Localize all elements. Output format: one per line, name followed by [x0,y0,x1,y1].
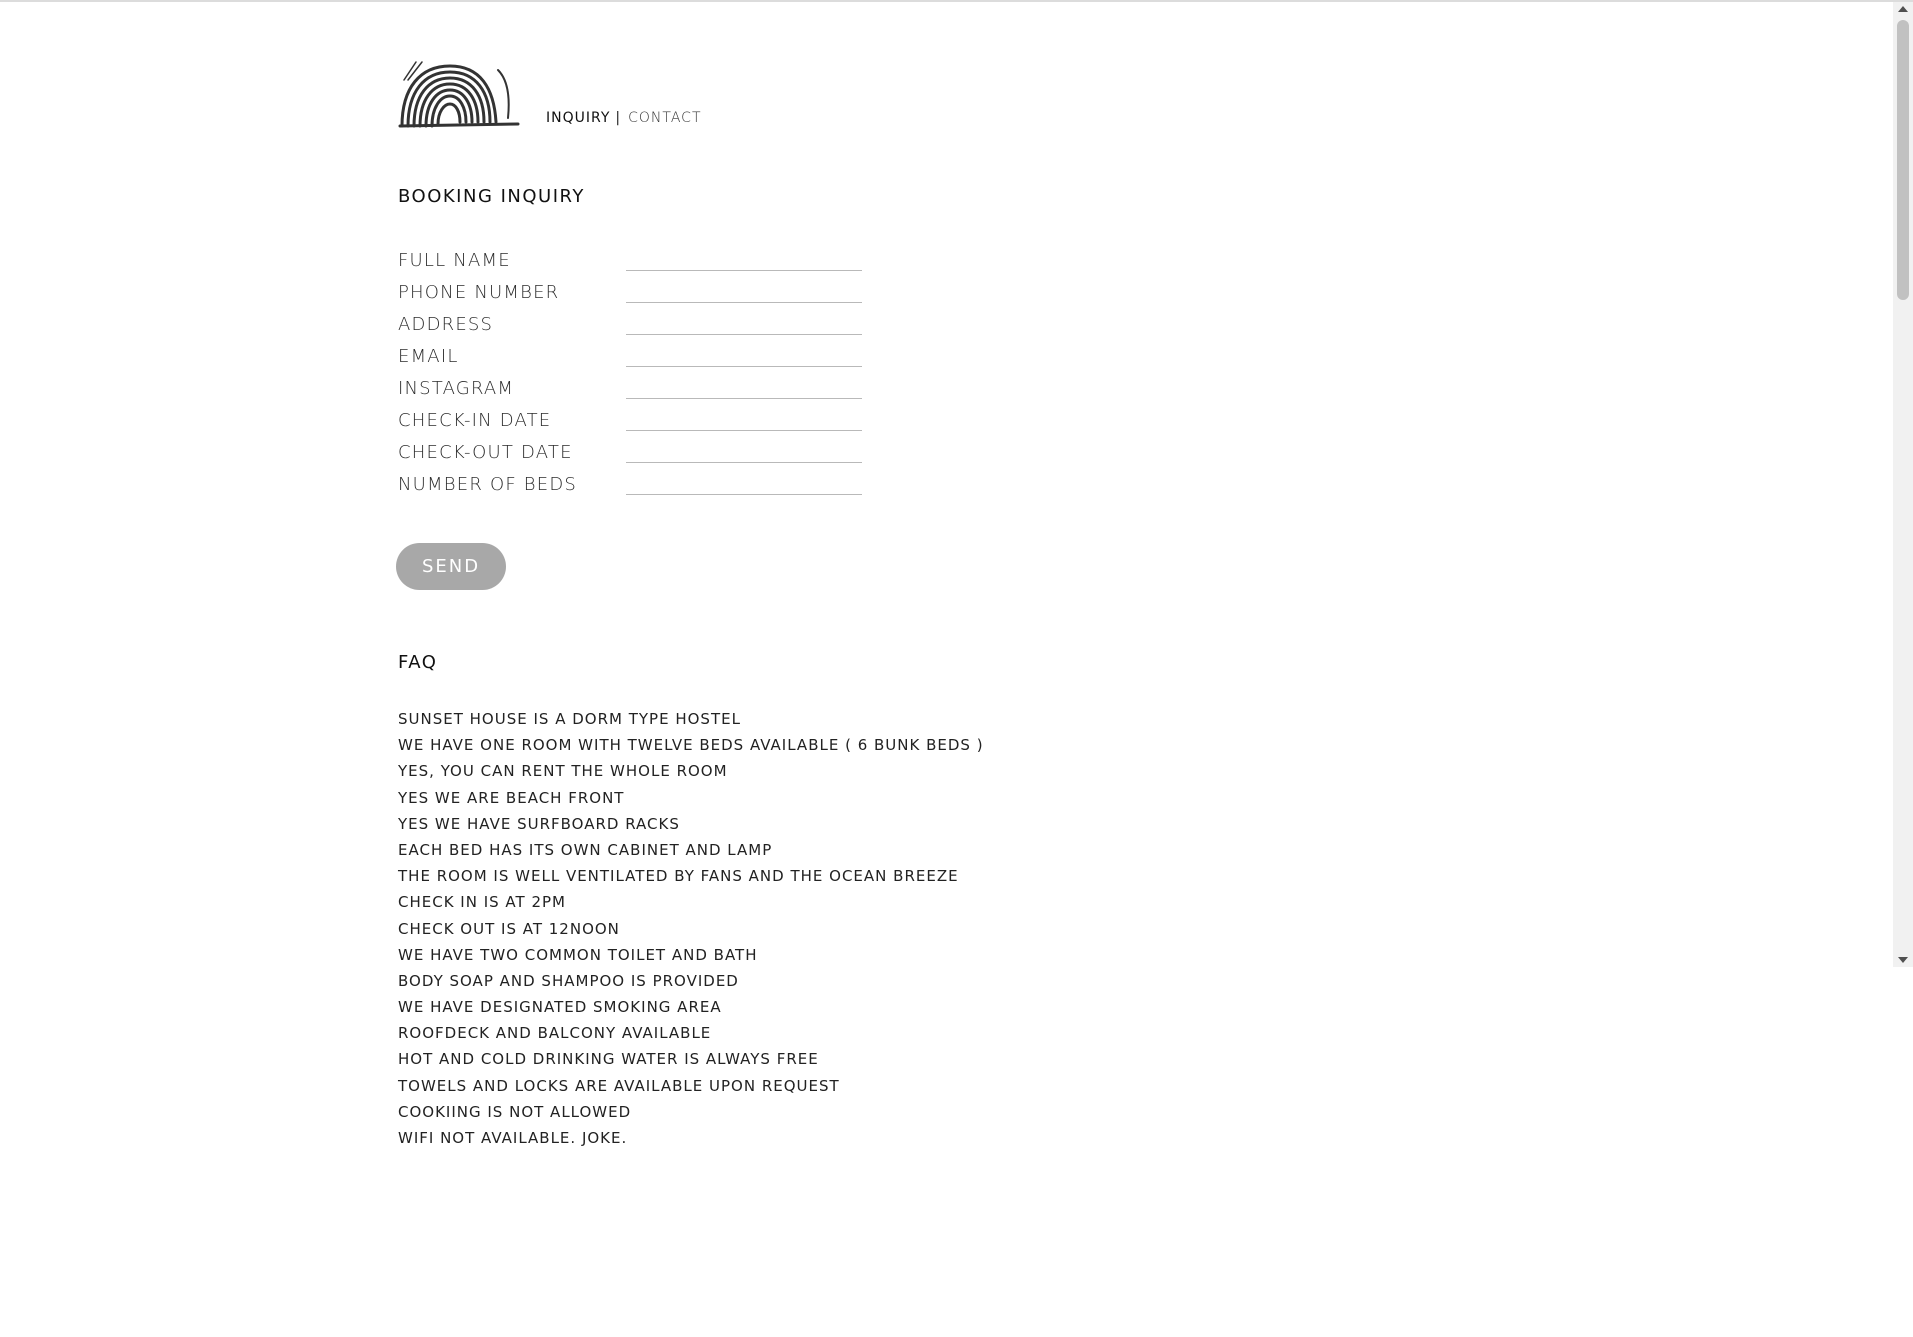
booking-form: FULL NAME PHONE NUMBER ADDRESS EMAIL INS… [398,246,868,502]
form-row-email: EMAIL [398,342,868,374]
faq-item: WIFI NOT AVAILABLE. JOKE. [398,1129,628,1147]
check-in-date-field[interactable] [626,408,862,431]
number-of-beds-label: NUMBER OF BEDS [398,474,578,495]
faq-item: CHECK OUT IS AT 12NOON [398,919,620,938]
form-row-address: ADDRESS [398,310,868,342]
instagram-label: INSTAGRAM [398,378,515,399]
faq-item: HOT AND COLD DRINKING WATER IS ALWAYS FR… [398,1050,819,1069]
form-row-check-in-date: CHECK-IN DATE [398,406,868,438]
email-label: EMAIL [398,346,459,367]
vertical-scrollbar[interactable] [1893,2,1913,967]
faq-item: WE HAVE TWO COMMON TOILET AND BATH [398,945,758,964]
faq-item: TOWELS AND LOCKS ARE AVAILABLE UPON REQU… [398,1076,840,1095]
faq-item: COOKIING IS NOT ALLOWED [398,1102,632,1121]
faq-item: YES WE HAVE SURFBOARD RACKS [398,814,680,833]
check-out-date-field[interactable] [626,440,862,463]
faq-item: WE HAVE ONE ROOM WITH TWELVE BEDS AVAILA… [398,736,984,755]
booking-inquiry-title: BOOKING INQUIRY [398,186,585,207]
email-field[interactable] [626,344,862,367]
check-out-date-label: CHECK-OUT DATE [398,442,573,463]
faq-list: SUNSET HOUSE IS A DORM TYPE HOSTEL WE HA… [398,706,984,1151]
full-name-field[interactable] [626,248,862,271]
form-row-check-out-date: CHECK-OUT DATE [398,438,868,470]
nav-separator: | [615,110,622,126]
phone-number-label: PHONE NUMBER [398,282,560,303]
phone-number-field[interactable] [626,280,862,303]
form-row-phone-number: PHONE NUMBER [398,278,868,310]
faq-item: THE ROOM IS WELL VENTILATED BY FANS AND … [398,867,959,886]
faq-item: EACH BED HAS ITS OWN CABINET AND LAMP [398,840,773,859]
form-row-number-of-beds: NUMBER OF BEDS [398,470,868,502]
faq-item: BODY SOAP AND SHAMPOO IS PROVIDED [398,971,739,990]
scroll-down-arrow-icon[interactable] [1898,957,1908,963]
check-in-date-label: CHECK-IN DATE [398,410,552,431]
form-row-instagram: INSTAGRAM [398,374,868,406]
page: INQUIRY | CONTACT BOOKING INQUIRY FULL N… [0,0,1893,1337]
sunset-arch-logo-icon[interactable] [398,58,522,130]
faq-item: WE HAVE DESIGNATED SMOKING AREA [398,998,722,1017]
faq-item: SUNSET HOUSE IS A DORM TYPE HOSTEL [398,710,741,728]
full-name-label: FULL NAME [398,250,511,271]
faq-title: FAQ [398,652,438,673]
number-of-beds-field[interactable] [626,472,862,495]
nav-inquiry-link[interactable]: INQUIRY [546,110,610,126]
scroll-up-arrow-icon[interactable] [1898,6,1908,12]
form-row-full-name: FULL NAME [398,246,868,278]
main-nav: INQUIRY | CONTACT [546,110,702,126]
address-label: ADDRESS [398,314,494,335]
send-button[interactable]: SEND [396,543,506,590]
faq-item: YES, YOU CAN RENT THE WHOLE ROOM [398,762,728,781]
faq-item: CHECK IN IS AT 2PM [398,893,566,912]
faq-item: ROOFDECK AND BALCONY AVAILABLE [398,1024,712,1043]
faq-item: YES WE ARE BEACH FRONT [398,788,625,807]
nav-contact-link[interactable]: CONTACT [628,110,701,126]
address-field[interactable] [626,312,862,335]
scrollbar-thumb[interactable] [1897,20,1909,300]
instagram-field[interactable] [626,376,862,399]
